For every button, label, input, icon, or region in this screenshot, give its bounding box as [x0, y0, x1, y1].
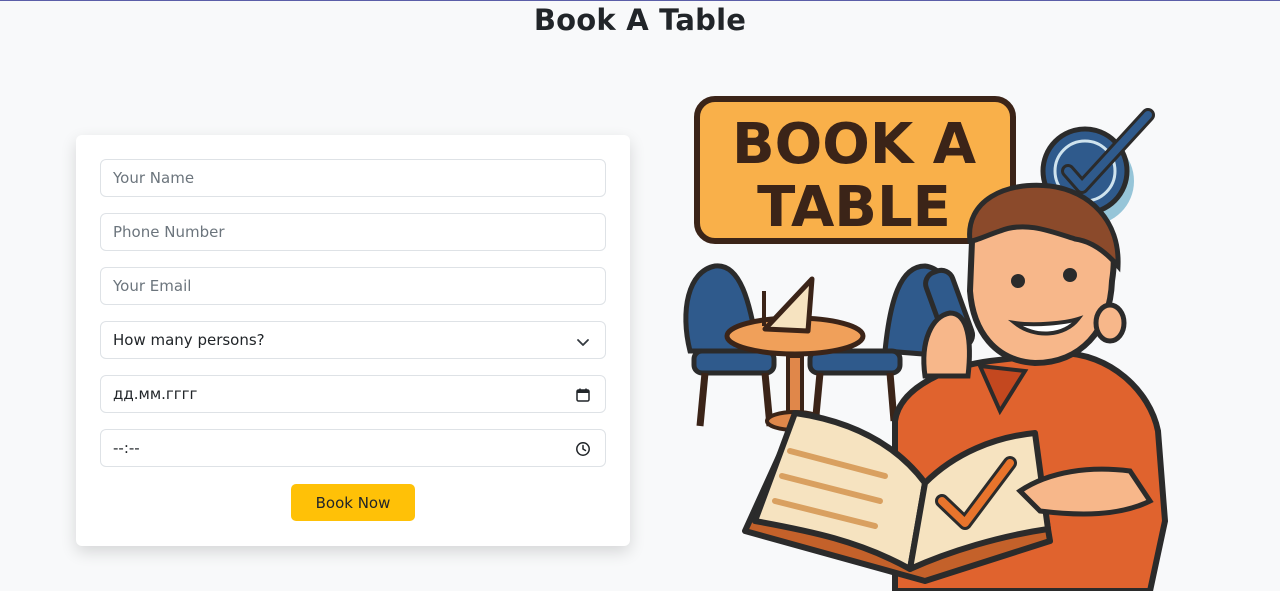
- time-input[interactable]: --:--: [100, 429, 606, 467]
- sign-line-1: BOOK A: [732, 112, 977, 177]
- time-value: --:--: [113, 439, 140, 457]
- name-input[interactable]: [100, 159, 606, 197]
- chevron-down-icon: [577, 339, 589, 346]
- email-input[interactable]: [100, 267, 606, 305]
- phone-input[interactable]: [100, 213, 606, 251]
- persons-select[interactable]: How many persons?: [100, 321, 606, 359]
- booking-illustration: BOOK A TABLE: [683, 96, 1169, 591]
- persons-select-label: How many persons?: [113, 331, 265, 349]
- book-a-table-sign: BOOK A TABLE: [694, 96, 1016, 244]
- date-value: дд.мм.гггг: [113, 385, 198, 403]
- book-now-button[interactable]: Book Now: [291, 484, 415, 521]
- clock-icon[interactable]: [575, 441, 591, 457]
- page-title: Book A Table: [533, 3, 747, 37]
- sign-line-2: TABLE: [757, 175, 951, 240]
- calendar-icon[interactable]: [575, 387, 591, 403]
- booking-form: How many persons? дд.мм.гггг --:-- Book …: [76, 135, 630, 546]
- date-input[interactable]: дд.мм.гггг: [100, 375, 606, 413]
